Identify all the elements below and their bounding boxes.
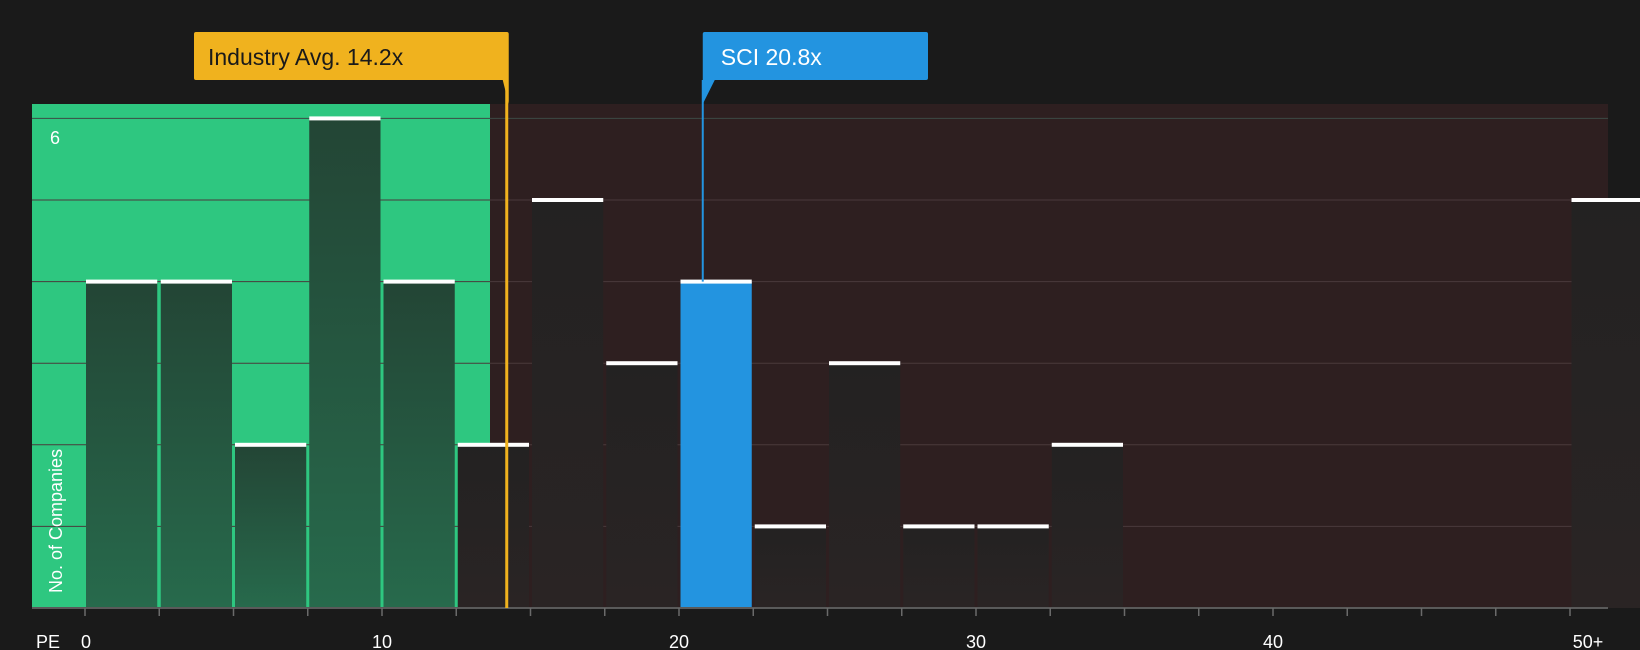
histogram-bar <box>754 526 826 608</box>
histogram-bar <box>903 526 975 608</box>
bar-cap <box>829 361 901 366</box>
histogram-bar <box>977 526 1049 608</box>
x-tick-label: 50+ <box>1573 632 1604 650</box>
x-tick-label: 30 <box>966 632 986 650</box>
histogram-bar <box>383 281 455 608</box>
pe-distribution-chart: 0 10 20 30 40 50+ 6 No. of Companies PE Indus… <box>32 32 1640 650</box>
bar-cap <box>309 116 381 121</box>
bar-cap <box>457 442 529 447</box>
histogram-bar <box>532 200 604 608</box>
company-label: SCI 20.8x <box>721 44 822 70</box>
bar-cap <box>160 279 232 284</box>
bar-cap <box>754 524 826 529</box>
bar-cap <box>86 279 158 284</box>
x-tick-label: 40 <box>1263 632 1283 650</box>
bar-cap <box>532 198 604 202</box>
company-bar <box>680 281 752 608</box>
y-tick-label-6: 6 <box>50 128 60 148</box>
bar-cap <box>383 279 455 284</box>
histogram-bar <box>160 281 232 608</box>
x-tick-label: 0 <box>81 632 91 650</box>
histogram-bar <box>1571 200 1640 608</box>
histogram-bar <box>235 444 307 608</box>
bar-cap <box>235 442 307 447</box>
histogram-bar <box>309 118 381 609</box>
x-tick-label: 10 <box>372 632 392 650</box>
histogram-bar <box>1051 444 1123 608</box>
histogram-bar <box>457 444 529 608</box>
bar-cap <box>903 524 975 529</box>
histogram-bar <box>606 363 678 608</box>
x-tick-label: 20 <box>669 632 689 650</box>
bar-cap <box>977 524 1049 529</box>
histogram-bar <box>86 281 158 608</box>
x-axis-ticks: 0 10 20 30 40 50+ <box>81 608 1603 650</box>
y-axis-label: No. of Companies <box>46 449 66 593</box>
industry-average-label: Industry Avg. 14.2x <box>208 44 404 70</box>
bar-cap <box>1571 198 1640 202</box>
bar-cap <box>680 279 752 284</box>
x-axis-label: PE <box>36 632 60 650</box>
bar-cap <box>606 361 678 366</box>
bar-cap <box>1051 442 1123 447</box>
histogram-bar <box>829 363 901 608</box>
